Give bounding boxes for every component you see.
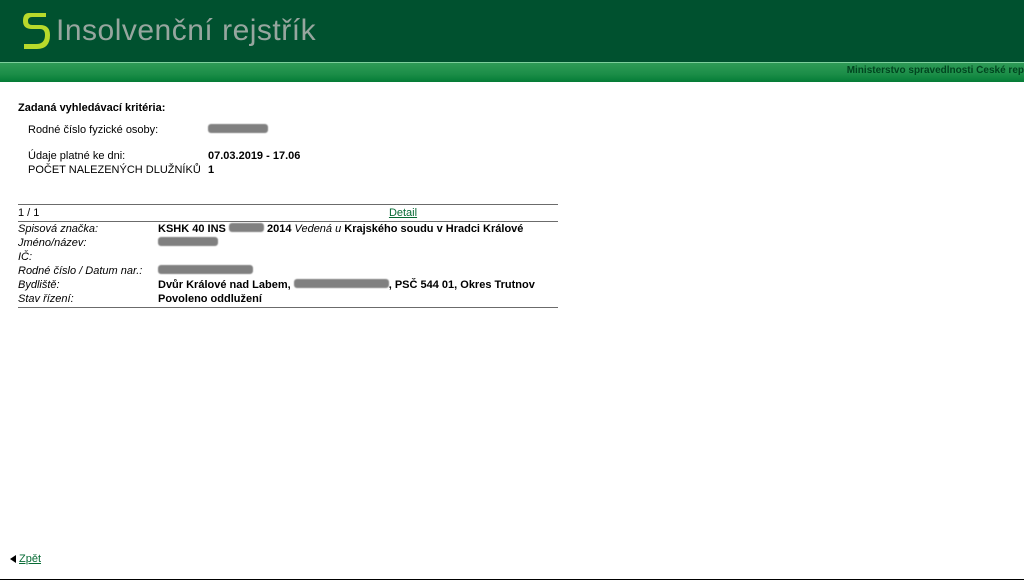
back-nav[interactable]: Zpět: [10, 553, 41, 565]
sub-banner: Ministerstvo spravedlnosti České rep: [0, 62, 1024, 82]
detail-link[interactable]: Detail: [389, 207, 417, 219]
criteria-heading: Zadaná vyhledávací kritéria:: [18, 102, 1006, 114]
ic-label: IČ:: [18, 251, 158, 263]
ic-value: [158, 251, 558, 263]
crit-rc-label: Rodné číslo fyzické osoby:: [28, 124, 208, 136]
bydliste-redacted: [294, 279, 389, 288]
bydliste-value: Dvůr Králové nad Labem, , PSČ 544 01, Ok…: [158, 279, 558, 291]
top-banner: Insolvenční rejstřík: [0, 0, 1024, 62]
logo-icon: [18, 11, 50, 51]
crit-count-value: 1: [208, 164, 214, 176]
criteria-block: Rodné číslo fyzické osoby: Údaje platné …: [28, 124, 1006, 176]
crit-date-value: 07.03.2019 - 17.06: [208, 150, 300, 162]
content-area: Zadaná vyhledávací kritéria: Rodné číslo…: [0, 82, 1024, 316]
spis-label: Spisová značka:: [18, 223, 158, 235]
row-rc: Rodné číslo / Datum nar.:: [18, 264, 558, 278]
site-title: Insolvenční rejstřík: [56, 14, 316, 48]
bottom-rule: [0, 579, 1024, 580]
rc-label: Rodné číslo / Datum nar.:: [18, 265, 158, 277]
row-jmeno: Jméno/název:: [18, 236, 558, 250]
bydliste-label: Bydliště:: [18, 279, 158, 291]
crit-date-label: Údaje platné ke dni:: [28, 150, 208, 162]
row-bydliste: Bydliště: Dvůr Králové nad Labem, , PSČ …: [18, 278, 558, 292]
jmeno-label: Jméno/název:: [18, 237, 158, 249]
rc-value-redacted: [158, 265, 558, 277]
spis-redacted: [229, 223, 264, 232]
stav-value: Povoleno oddlužení: [158, 293, 558, 305]
stav-label: Stav řízení:: [18, 293, 158, 305]
row-stav: Stav řízení: Povoleno oddlužení: [18, 292, 558, 308]
crit-rc-value-redacted: [208, 124, 268, 136]
ministry-label: Ministerstvo spravedlnosti České rep: [847, 65, 1024, 76]
back-link[interactable]: Zpět: [19, 553, 41, 565]
row-spisova-znacka: Spisová značka: KSHK 40 INS 2014 Vedená …: [18, 222, 558, 236]
pager: 1 / 1: [18, 207, 248, 219]
spis-value: KSHK 40 INS 2014 Vedená u Krajského soud…: [158, 223, 558, 235]
result-header-row: 1 / 1 Detail: [18, 205, 558, 222]
results-block: 1 / 1 Detail Spisová značka: KSHK 40 INS…: [18, 204, 558, 308]
jmeno-value-redacted: [158, 237, 558, 249]
row-ic: IČ:: [18, 250, 558, 264]
back-arrow-icon: [10, 555, 16, 563]
crit-count-label: POČET NALEZENÝCH DLUŽNÍKŮ: [28, 164, 208, 176]
